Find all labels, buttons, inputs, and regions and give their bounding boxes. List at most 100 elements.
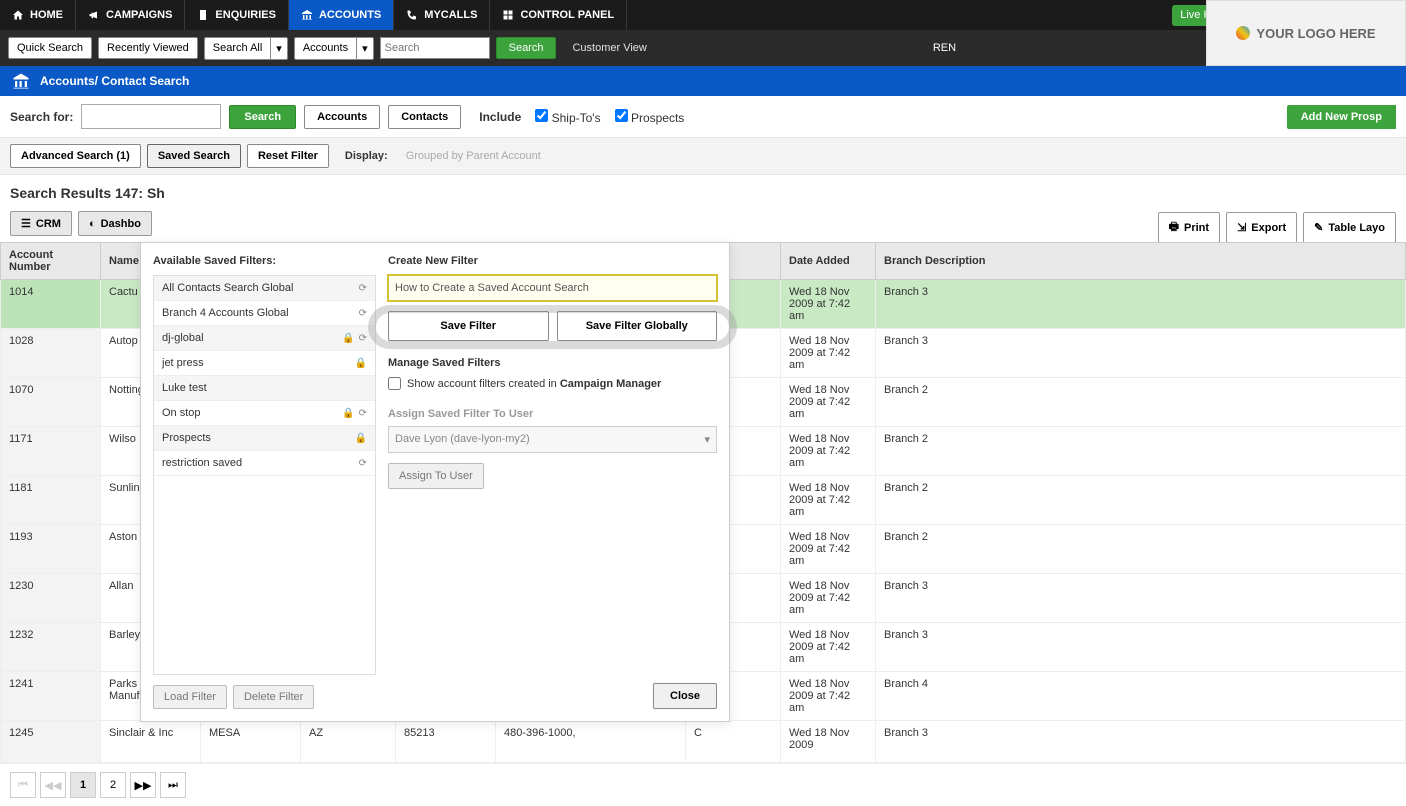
nav-accounts[interactable]: ACCOUNTS <box>289 0 394 30</box>
saved-filter-item[interactable]: restriction saved⟳ <box>154 451 375 476</box>
nav-mycalls[interactable]: MYCALLS <box>394 0 490 30</box>
print-icon: 🖶 <box>1169 218 1179 237</box>
search-all-label[interactable]: Search All <box>204 37 271 60</box>
cell-date: Wed 18 Nov 2009 at 7:42 am <box>781 525 876 574</box>
quick-search-button[interactable]: Quick Search <box>8 37 92 59</box>
export-button[interactable]: ⇲Export <box>1226 212 1297 243</box>
crm-tab[interactable]: ☰CRM <box>10 211 72 236</box>
chevron-down-icon[interactable]: ▾ <box>270 37 288 60</box>
cell-account: 1232 <box>1 623 101 672</box>
saved-filter-item[interactable]: Prospects🔒 <box>154 426 375 451</box>
cell: 480-396-1000, <box>496 721 686 763</box>
accounts-dd-label[interactable]: Accounts <box>294 37 356 60</box>
cell-date: Wed 18 Nov 2009 at 7:42 am <box>781 280 876 329</box>
pager-page-2[interactable]: 2 <box>100 772 126 798</box>
show-cm-filters-checkbox[interactable]: Show account filters created in Campaign… <box>388 377 717 390</box>
logo-icon <box>1236 26 1250 40</box>
customer-view-link[interactable]: Customer View <box>572 42 646 54</box>
print-button[interactable]: 🖶Print <box>1158 212 1220 243</box>
home-icon <box>12 9 24 21</box>
saved-filter-item[interactable]: Luke test <box>154 376 375 401</box>
clipboard-icon <box>197 9 209 21</box>
cell-branch: Branch 3 <box>876 721 1406 763</box>
partial-text: REN <box>933 42 956 54</box>
save-filter-button[interactable]: Save Filter <box>388 311 549 341</box>
accounts-pill[interactable]: Accounts <box>304 105 380 129</box>
table-layout-button[interactable]: ✎Table Layo <box>1303 212 1396 243</box>
pager-page-1[interactable]: 1 <box>70 772 96 798</box>
save-buttons-row: Save Filter Save Filter Globally <box>388 311 717 341</box>
search-all-dropdown[interactable]: Search All ▾ <box>204 37 288 60</box>
assign-to-user-button[interactable]: Assign To User <box>388 463 484 489</box>
recently-viewed-button[interactable]: Recently Viewed <box>98 37 198 59</box>
saved-filter-item[interactable]: All Contacts Search Global⟳ <box>154 276 375 301</box>
pencil-icon: ✎ <box>1314 221 1323 234</box>
nav-home[interactable]: HOME <box>0 0 76 30</box>
page-title: Accounts/ Contact Search <box>40 74 189 88</box>
refresh-icon: ⟳ <box>359 308 367 319</box>
cell-account: 1245 <box>1 721 101 763</box>
search-for-input[interactable] <box>81 104 221 129</box>
cell-date: Wed 18 Nov 2009 at 7:42 am <box>781 623 876 672</box>
saved-filter-item[interactable]: jet press🔒 <box>154 351 375 376</box>
pager-last[interactable]: ⏭ <box>160 772 186 798</box>
saved-filter-item[interactable]: dj-global🔒⟳ <box>154 326 375 351</box>
filter-name: Branch 4 Accounts Global <box>162 307 359 319</box>
filter-name: On stop <box>162 407 342 419</box>
prospects-checkbox[interactable]: Prospects <box>615 109 685 125</box>
bank-icon <box>12 72 30 90</box>
toolbar-search-input[interactable] <box>380 37 490 59</box>
col-account-number[interactable]: Account Number <box>1 243 101 280</box>
chevron-down-icon[interactable]: ▾ <box>356 37 374 60</box>
search-for-go[interactable]: Search <box>229 105 296 129</box>
reset-filter-button[interactable]: Reset Filter <box>247 144 329 168</box>
col-branch[interactable]: Branch Description <box>876 243 1406 280</box>
delete-filter-button[interactable]: Delete Filter <box>233 685 314 709</box>
cell: 85213 <box>396 721 496 763</box>
pager: ⏮ ◀◀ 1 2 ▶▶ ⏭ <box>0 763 1406 806</box>
close-popover-button[interactable]: Close <box>653 683 717 709</box>
cell-date: Wed 18 Nov 2009 at 7:42 am <box>781 378 876 427</box>
cell-branch: Branch 2 <box>876 427 1406 476</box>
nav-control-panel[interactable]: CONTROL PANEL <box>490 0 627 30</box>
nav-home-label: HOME <box>30 9 63 21</box>
contacts-pill[interactable]: Contacts <box>388 105 461 129</box>
saved-search-button[interactable]: Saved Search <box>147 144 241 168</box>
advanced-search-button[interactable]: Advanced Search (1) <box>10 144 141 168</box>
manage-saved-filters-header: Manage Saved Filters <box>388 357 717 369</box>
table-row[interactable]: 1245Sinclair & IncMESAAZ85213480-396-100… <box>1 721 1406 763</box>
lock-icon: 🔒 <box>355 358 367 369</box>
popover-left-col: Available Saved Filters: All Contacts Se… <box>141 255 376 709</box>
load-filter-button[interactable]: Load Filter <box>153 685 227 709</box>
dashboard-tab[interactable]: ◐Dashbo <box>78 211 152 236</box>
assign-user-select[interactable]: Dave Lyon (dave-lyon-my2) ▾ <box>388 426 717 453</box>
phone-icon <box>406 9 418 21</box>
chevron-down-icon: ▾ <box>704 433 710 446</box>
nav-campaigns[interactable]: CAMPAIGNS <box>76 0 185 30</box>
cell: MESA <box>201 721 301 763</box>
col-date-added[interactable]: Date Added <box>781 243 876 280</box>
add-new-prospect-button[interactable]: Add New Prosp <box>1287 105 1396 129</box>
saved-filters-list: All Contacts Search Global⟳Branch 4 Acco… <box>153 275 376 675</box>
save-filter-globally-button[interactable]: Save Filter Globally <box>557 311 718 341</box>
nav-enquiries[interactable]: ENQUIRIES <box>185 0 289 30</box>
pager-next[interactable]: ▶▶ <box>130 772 156 798</box>
toolbar-search-go[interactable]: Search <box>496 37 557 59</box>
cell-branch: Branch 3 <box>876 574 1406 623</box>
create-new-filter-header: Create New Filter <box>388 255 717 267</box>
saved-filter-item[interactable]: Branch 4 Accounts Global⟳ <box>154 301 375 326</box>
new-filter-name-input[interactable] <box>388 275 717 301</box>
nav-campaigns-label: CAMPAIGNS <box>106 9 172 21</box>
pager-first[interactable]: ⏮ <box>10 772 36 798</box>
saved-filter-item[interactable]: On stop🔒⟳ <box>154 401 375 426</box>
refresh-icon: ⟳ <box>359 408 367 419</box>
shipto-checkbox[interactable]: Ship-To's <box>535 109 600 125</box>
accounts-dropdown[interactable]: Accounts ▾ <box>294 37 374 60</box>
grouped-label: Grouped by Parent Account <box>406 150 541 162</box>
filter-name: dj-global <box>162 332 342 344</box>
cell-date: Wed 18 Nov 2009 at 7:42 am <box>781 672 876 721</box>
include-label: Include <box>479 110 521 124</box>
lock-icon: 🔒 <box>355 433 367 444</box>
pager-prev[interactable]: ◀◀ <box>40 772 66 798</box>
cell-branch: Branch 2 <box>876 476 1406 525</box>
